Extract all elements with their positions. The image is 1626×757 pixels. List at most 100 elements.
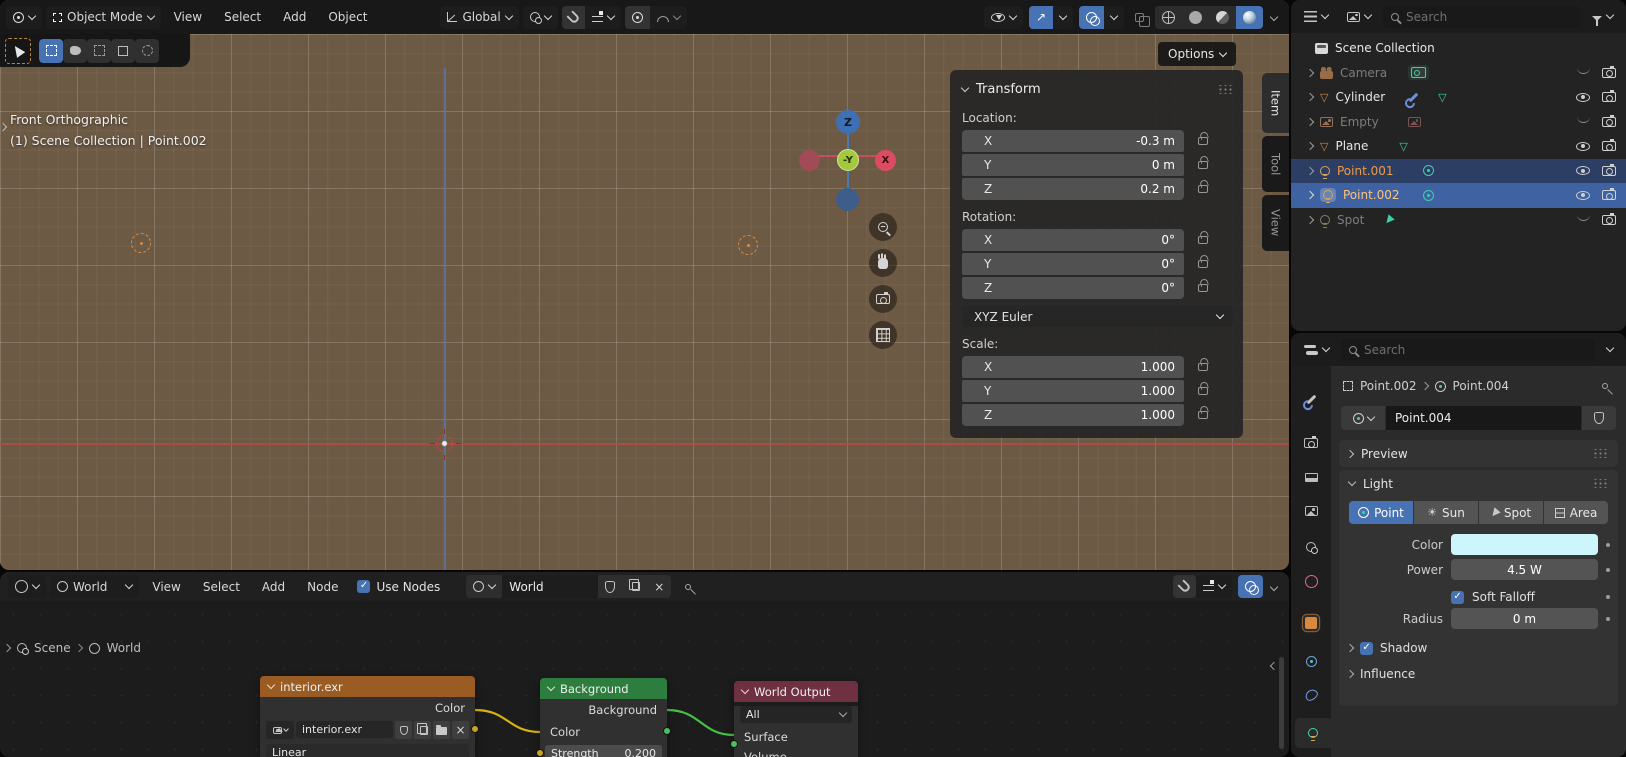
image-name-field[interactable]: interior.exr [296,721,393,738]
breadcrumb-scene[interactable]: Scene [34,641,71,655]
background-color-socket[interactable] [536,749,544,757]
drag-dots-icon[interactable] [1593,449,1608,458]
tab-view-layer[interactable] [1291,496,1331,526]
tab-physics[interactable] [1291,646,1331,676]
datablock-name-field[interactable]: Point.004 [1386,406,1581,430]
gizmo-axis-x[interactable]: X [875,150,896,171]
node-snap-dropdown[interactable] [1196,575,1232,598]
lock-icon[interactable] [1198,260,1208,268]
sidebar-tab-item[interactable]: Item [1262,73,1289,133]
outliner-display-mode-dropdown[interactable] [1297,5,1335,28]
breadcrumb-world[interactable]: World [107,641,141,655]
drag-dots-icon[interactable] [1218,85,1233,94]
lock-icon[interactable] [1198,284,1208,292]
lock-icon[interactable] [1198,236,1208,244]
outliner-filter-dropdown[interactable] [1585,5,1620,28]
lock-icon[interactable] [1198,411,1208,419]
menu-view[interactable]: View [143,580,189,594]
rotation-x-field[interactable]: X0° [962,229,1184,251]
node-env-header[interactable]: interior.exr [260,676,475,697]
gizmo-axis-z[interactable]: Z [836,110,860,134]
outliner-filter-id-dropdown[interactable] [1340,5,1378,28]
render-visibility-icon[interactable] [1602,117,1616,127]
rotation-mode-dropdown[interactable]: XYZ Euler [962,306,1233,327]
shader-editor-type-button[interactable] [8,575,46,598]
overlays-dropdown[interactable] [1104,6,1124,29]
menu-select[interactable]: Select [194,580,249,594]
gizmo-axis-neg-z[interactable] [836,188,859,211]
lock-icon[interactable] [1198,137,1208,145]
render-visibility-icon[interactable] [1602,190,1616,200]
shader-scrollbar[interactable] [1279,657,1284,749]
gizmo-axis-neg-y[interactable]: -Y [837,149,859,171]
proportional-falloff-dropdown[interactable] [650,6,687,29]
node-world-output-header[interactable]: World Output [734,681,858,702]
animate-dot[interactable] [1606,617,1610,621]
light-type-sun[interactable]: ☀Sun [1414,501,1478,524]
visibility-dropdown[interactable] [984,6,1023,29]
navigation-gizmo[interactable]: Z X -Y [795,104,905,216]
image-open-button[interactable] [433,721,450,739]
colorspace-dropdown[interactable]: Linear [266,744,469,757]
pin-icon[interactable] [685,584,691,590]
point-light-gizmo-2[interactable] [738,235,758,255]
shading-wireframe-button[interactable] [1155,6,1182,29]
light-panel-header[interactable]: Light [1339,470,1618,497]
spot-light-data-icon[interactable] [1384,214,1395,225]
point-light-gizmo-1[interactable] [131,233,151,253]
sidebar-tab-view[interactable]: View [1262,195,1289,251]
tool-select-box[interactable] [39,39,63,63]
active-tool-tweak[interactable] [5,38,31,64]
influence-subpanel-header[interactable]: Influence [1349,667,1610,681]
node-snap-toggle[interactable] [1173,575,1196,598]
row-cylinder[interactable]: ▽ Cylinder ▽ [1291,85,1626,110]
lock-icon[interactable] [1198,185,1208,193]
menu-view[interactable]: View [165,10,211,24]
properties-search-input[interactable] [1364,343,1587,357]
location-x-field[interactable]: X-0.3 m [962,130,1184,152]
transform-panel-header[interactable]: Transform [962,82,1233,97]
row-point-002[interactable]: Point.002 [1291,183,1626,208]
shader-type-dropdown[interactable]: World [50,575,139,598]
toolbar-expand-icon[interactable] [2,118,6,133]
hide-eye-closed-icon[interactable] [1577,67,1590,74]
sidebar-tab-tool[interactable]: Tool [1262,136,1289,192]
orientation-dropdown[interactable]: Global [440,6,518,29]
expand-icon[interactable] [1306,118,1314,126]
visible-eye-icon[interactable] [1576,191,1590,200]
lock-icon[interactable] [1198,363,1208,371]
row-camera[interactable]: Camera [1291,61,1626,86]
pivot-dropdown[interactable] [523,6,558,29]
tool-select-subtract[interactable] [111,39,135,63]
menu-select[interactable]: Select [215,10,270,24]
tab-constraints[interactable] [1291,680,1331,710]
image-fake-user-button[interactable] [395,721,412,739]
light-type-point[interactable]: Point [1349,501,1413,524]
visible-eye-icon[interactable] [1576,93,1590,102]
drag-dots-icon[interactable] [1593,479,1608,488]
snap-toggle[interactable] [562,6,585,29]
mesh-data-icon[interactable]: ▽ [1399,141,1407,152]
scale-x-field[interactable]: X1.000 [962,356,1184,378]
light-type-area[interactable]: Area [1544,501,1608,524]
soft-falloff-checkbox[interactable] [1451,591,1464,604]
use-nodes-checkbox[interactable] [357,580,370,593]
world-unlink-button[interactable]: × [647,575,671,598]
point-light-data-icon[interactable] [1423,165,1434,176]
camera-view-button[interactable] [869,285,897,313]
gizmo-toggle[interactable]: ↗ [1029,6,1053,29]
pin-icon[interactable] [1602,383,1608,389]
world-name-field[interactable]: World [502,575,598,598]
animate-dot[interactable] [1606,543,1610,547]
image-unlink-button[interactable]: × [452,721,469,739]
world-browse-dropdown[interactable] [466,575,502,598]
visible-eye-icon[interactable] [1576,142,1590,151]
hide-eye-closed-icon[interactable] [1577,214,1590,221]
node-world-output[interactable]: World Output All Surface Volume [734,681,858,757]
breadcrumb-data[interactable]: Point.004 [1453,379,1510,393]
shading-material-button[interactable] [1209,6,1236,29]
expand-icon[interactable] [1306,69,1314,77]
preview-panel-header[interactable]: Preview [1339,440,1618,467]
node-canvas[interactable]: interior.exr Color interior.exr × Linear… [0,601,1289,757]
fake-user-button[interactable] [1582,406,1616,430]
